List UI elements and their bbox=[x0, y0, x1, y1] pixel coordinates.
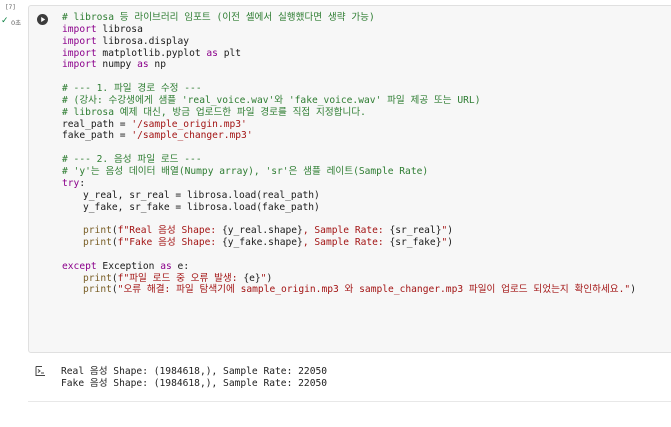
code-token: try bbox=[62, 177, 80, 189]
output-line: Real 음성 Shape: (1984618,), Sample Rate: … bbox=[61, 366, 328, 377]
code-token: {sr_real} bbox=[389, 225, 442, 237]
execution-time: 0초 bbox=[11, 19, 22, 27]
code-token: # --- 1. 파일 경로 수정 --- bbox=[62, 83, 202, 95]
output-line: Fake 음성 Shape: (1984618,), Sample Rate: … bbox=[61, 378, 328, 389]
code-line: # --- 1. 파일 경로 수정 --- bbox=[62, 83, 636, 95]
code-line: print(f"파일 로드 중 오류 발생: {e}") bbox=[62, 273, 636, 285]
code-token: f"Real 음성 Shape: bbox=[117, 225, 222, 237]
code-token: y_fake, sr_fake = librosa.load(fake_path… bbox=[83, 201, 320, 213]
code-token: ) bbox=[630, 284, 636, 296]
code-line: try: bbox=[62, 178, 636, 190]
code-token: {y_real.shape} bbox=[221, 225, 303, 237]
code-line: # 'y'는 음성 데이터 배열(Numpy array), 'sr'은 샘플 … bbox=[62, 166, 636, 178]
code-line: y_fake, sr_fake = librosa.load(fake_path… bbox=[62, 202, 636, 214]
output-divider bbox=[28, 401, 671, 402]
cell-gutter: [7] ✓ 0초 bbox=[0, 0, 28, 40]
code-token: except bbox=[62, 260, 97, 272]
check-icon: ✓ bbox=[1, 16, 9, 26]
play-icon bbox=[41, 17, 46, 22]
code-editor[interactable]: # librosa 등 라이브러리 임포트 (이전 셀에서 실행했다면 생략 가… bbox=[62, 12, 636, 296]
code-line: fake_path = '/sample_changer.mp3' bbox=[62, 130, 636, 142]
code-token: print bbox=[83, 272, 112, 284]
code-token: print bbox=[83, 225, 112, 237]
code-token: # librosa 등 라이브러리 임포트 (이전 셀에서 실행했다면 생략 가… bbox=[62, 12, 375, 23]
code-token: as bbox=[206, 47, 218, 59]
code-token: # librosa 예제 대신, 방금 업로드한 파일 경로를 직접 지정합니다… bbox=[62, 106, 366, 118]
code-line: import matplotlib.pyplot as plt bbox=[62, 48, 636, 60]
code-token: e: bbox=[171, 260, 190, 272]
code-token: ) bbox=[447, 225, 454, 237]
cell-output: Real 음성 Shape: (1984618,), Sample Rate: … bbox=[28, 358, 671, 398]
code-token: {e} bbox=[243, 272, 261, 284]
code-token: numpy bbox=[96, 59, 138, 71]
code-token: ) bbox=[447, 237, 454, 249]
code-token: import bbox=[62, 47, 97, 59]
code-token: '/sample_origin.mp3' bbox=[131, 118, 247, 130]
code-token: "오류 해결: 파일 탐색기에 sample_origin.mp3 와 samp… bbox=[117, 284, 631, 296]
code-line: print(f"Real 음성 Shape: {y_real.shape}, S… bbox=[62, 225, 636, 237]
code-line: import numpy as np bbox=[62, 59, 636, 71]
code-line: # librosa 등 라이브러리 임포트 (이전 셀에서 실행했다면 생략 가… bbox=[62, 12, 636, 24]
code-token: np bbox=[148, 59, 166, 71]
code-token: print bbox=[83, 237, 112, 249]
code-token: real_path = bbox=[62, 118, 132, 130]
code-token: import bbox=[62, 23, 97, 35]
run-cell-button[interactable] bbox=[37, 14, 48, 25]
code-token: , Sample Rate: bbox=[302, 237, 390, 249]
code-token: as bbox=[137, 59, 149, 71]
code-line: # --- 2. 음성 파일 로드 --- bbox=[62, 154, 636, 166]
code-token: as bbox=[160, 260, 172, 272]
code-token: '/sample_changer.mp3' bbox=[131, 130, 253, 142]
code-line: real_path = '/sample_origin.mp3' bbox=[62, 119, 636, 131]
code-line: y_real, sr_real = librosa.load(real_path… bbox=[62, 190, 636, 202]
code-token: fake_path = bbox=[62, 130, 132, 142]
code-line: print(f"Fake 음성 Shape: {y_fake.shape}, S… bbox=[62, 237, 636, 249]
code-token: # 'y'는 음성 데이터 배열(Numpy array), 'sr'은 샘플 … bbox=[62, 165, 429, 177]
code-line: import librosa bbox=[62, 24, 636, 36]
code-token: {y_fake.shape} bbox=[221, 237, 303, 249]
code-token: ) bbox=[266, 272, 273, 284]
output-text: Real 음성 Shape: (1984618,), Sample Rate: … bbox=[61, 366, 327, 390]
code-line: # (강사: 수강생에게 샘플 'real_voice.wav'와 'fake_… bbox=[62, 95, 636, 107]
code-token: {sr_fake} bbox=[389, 237, 442, 249]
code-token: # (강사: 수강생에게 샘플 'real_voice.wav'와 'fake_… bbox=[62, 94, 481, 106]
code-token: matplotlib.pyplot bbox=[96, 47, 207, 59]
code-token: f"Fake 음성 Shape: bbox=[117, 237, 222, 249]
code-token: librosa.display bbox=[96, 35, 190, 47]
code-token: plt bbox=[217, 47, 242, 59]
code-token: print bbox=[83, 284, 112, 296]
code-line: import librosa.display bbox=[62, 36, 636, 48]
code-token: y_real, sr_real = librosa.load(real_path… bbox=[83, 189, 320, 201]
code-line: print("오류 해결: 파일 탐색기에 sample_origin.mp3 … bbox=[62, 284, 636, 296]
code-token: : bbox=[79, 177, 86, 189]
code-line: # librosa 예제 대신, 방금 업로드한 파일 경로를 직접 지정합니다… bbox=[62, 107, 636, 119]
code-token: f"파일 로드 중 오류 발생: bbox=[117, 272, 244, 284]
code-token: import bbox=[62, 59, 97, 71]
output-toggle-icon[interactable] bbox=[35, 365, 47, 377]
code-token: # --- 2. 음성 파일 로드 --- bbox=[62, 154, 202, 166]
code-token: Exception bbox=[96, 260, 161, 272]
code-line: except Exception as e: bbox=[62, 261, 636, 273]
code-token: , Sample Rate: bbox=[302, 225, 390, 237]
code-cell[interactable]: # librosa 등 라이브러리 임포트 (이전 셀에서 실행했다면 생략 가… bbox=[28, 5, 671, 353]
code-token: librosa bbox=[96, 23, 143, 35]
execution-count: [7] bbox=[5, 4, 16, 11]
code-token: import bbox=[62, 35, 97, 47]
